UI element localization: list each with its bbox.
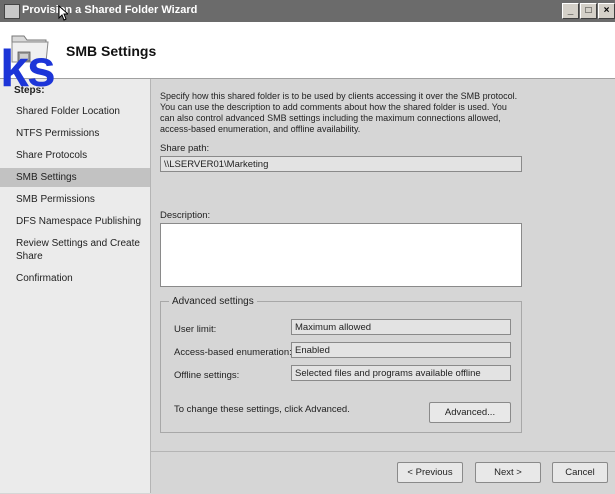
step-review-settings[interactable]: Review Settings and Create Share <box>0 234 150 266</box>
share-path-field: \\LSERVER01\Marketing <box>160 156 522 172</box>
page-title: SMB Settings <box>66 43 157 59</box>
step-dfs-namespace-publishing[interactable]: DFS Namespace Publishing <box>0 212 150 231</box>
advanced-settings-group: Advanced settings User limit: Maximum al… <box>160 296 522 433</box>
steps-list: Shared Folder Location NTFS Permissions … <box>0 102 150 291</box>
user-limit-label: User limit: <box>174 324 217 335</box>
mouse-cursor-icon <box>58 5 68 21</box>
change-settings-hint: To change these settings, click Advanced… <box>174 404 350 415</box>
previous-button[interactable]: < Previous <box>397 462 463 483</box>
steps-sidebar: Steps: Shared Folder Location NTFS Permi… <box>0 79 151 493</box>
step-confirmation[interactable]: Confirmation <box>0 269 150 288</box>
next-button[interactable]: Next > <box>475 462 541 483</box>
abe-field: Enabled <box>291 342 511 358</box>
step-shared-folder-location[interactable]: Shared Folder Location <box>0 102 150 121</box>
advanced-button[interactable]: Advanced... <box>429 402 511 423</box>
minimize-button[interactable]: _ <box>562 3 579 19</box>
user-limit-field: Maximum allowed <box>291 319 511 335</box>
abe-label: Access-based enumeration: <box>174 347 292 358</box>
wizard-app-icon <box>4 4 20 19</box>
share-path-label: Share path: <box>160 143 210 154</box>
window-title: Provision a Shared Folder Wizard <box>22 4 198 16</box>
close-button[interactable]: × <box>598 3 615 19</box>
main-panel: Specify how this shared folder is to be … <box>151 79 615 493</box>
step-smb-settings[interactable]: SMB Settings <box>0 168 150 187</box>
advanced-settings-legend: Advanced settings <box>169 296 257 307</box>
description-label: Description: <box>160 210 211 221</box>
wizard-footer: < Previous Next > Cancel <box>151 451 615 494</box>
intro-text: Specify how this shared folder is to be … <box>160 91 518 134</box>
cancel-button[interactable]: Cancel <box>552 462 608 483</box>
step-share-protocols[interactable]: Share Protocols <box>0 146 150 165</box>
step-ntfs-permissions[interactable]: NTFS Permissions <box>0 124 150 143</box>
wizard-header: SMB Settings <box>0 22 615 79</box>
description-input[interactable] <box>160 223 522 287</box>
offline-settings-label: Offline settings: <box>174 370 240 381</box>
watermark-text: ks <box>0 40 56 98</box>
window-controls: _ □ × <box>562 3 615 19</box>
maximize-button[interactable]: □ <box>580 3 597 19</box>
offline-settings-field: Selected files and programs available of… <box>291 365 511 381</box>
title-bar[interactable]: Provision a Shared Folder Wizard _ □ × <box>0 0 615 22</box>
step-smb-permissions[interactable]: SMB Permissions <box>0 190 150 209</box>
